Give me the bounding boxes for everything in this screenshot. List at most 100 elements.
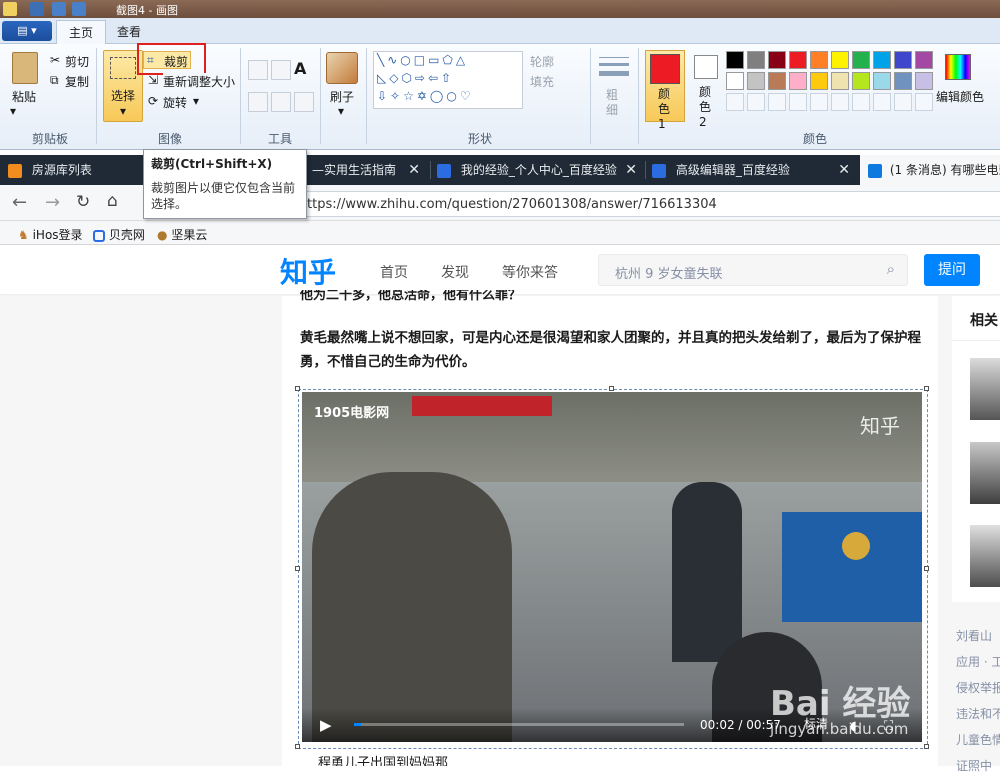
fill-bucket-icon[interactable] <box>271 60 291 80</box>
footer-link[interactable]: 证照中 <box>956 756 1000 776</box>
pencil-icon[interactable] <box>248 60 268 80</box>
palette-swatch[interactable] <box>789 72 807 90</box>
bookmark-item[interactable]: 贝壳网 <box>93 226 145 243</box>
nav-waiting[interactable]: 等你来答 <box>502 262 558 282</box>
paste-icon[interactable] <box>12 52 38 84</box>
palette-custom-slot[interactable] <box>747 93 765 111</box>
back-icon[interactable]: ← <box>12 192 27 213</box>
palette-custom-slot[interactable] <box>852 93 870 111</box>
undo-icon[interactable] <box>52 2 66 16</box>
paste-dropdown-icon[interactable]: ▾ <box>10 104 16 118</box>
palette-custom-slot[interactable] <box>831 93 849 111</box>
browser-tab-active[interactable]: (1 条消息) 有哪些电影 <box>860 155 1000 185</box>
bookmark-item[interactable]: ● 坚果云 <box>157 226 207 243</box>
outline-button[interactable]: 轮廓 <box>530 53 554 70</box>
resize-handle[interactable] <box>295 566 300 571</box>
palette-custom-slot[interactable] <box>768 93 786 111</box>
resize-handle[interactable] <box>924 744 929 749</box>
size-button[interactable]: 粗细 <box>606 88 620 118</box>
tab-view[interactable]: 查看 <box>105 20 153 44</box>
home-icon[interactable]: ⌂ <box>107 191 118 211</box>
edit-colors-icon[interactable] <box>945 54 971 80</box>
redo-icon[interactable] <box>72 2 86 16</box>
brush-dropdown-icon[interactable]: ▾ <box>338 104 344 118</box>
palette-custom-slot[interactable] <box>726 93 744 111</box>
tab-close-icon[interactable]: ✕ <box>408 155 420 185</box>
color1-button[interactable]: 颜色 1 <box>645 50 685 131</box>
magnifier-icon[interactable] <box>294 92 314 112</box>
palette-swatch[interactable] <box>768 72 786 90</box>
paste-button[interactable]: 粘贴 <box>12 88 36 105</box>
palette-swatch[interactable] <box>894 51 912 69</box>
resize-handle[interactable] <box>295 744 300 749</box>
palette-swatch[interactable] <box>810 51 828 69</box>
palette-swatch[interactable] <box>915 51 933 69</box>
footer-link[interactable]: 侵权举报 <box>956 678 1000 698</box>
color2-button[interactable]: 颜色 2 <box>688 50 724 129</box>
edit-colors-button[interactable]: 编辑颜色 <box>936 88 984 105</box>
rotate-dropdown-icon[interactable]: ▾ <box>193 94 199 108</box>
palette-custom-slot[interactable] <box>810 93 828 111</box>
nav-discover[interactable]: 发现 <box>441 262 469 282</box>
tab-home[interactable]: 主页 <box>56 20 107 44</box>
reload-icon[interactable]: ↻ <box>76 192 90 212</box>
palette-swatch[interactable] <box>852 51 870 69</box>
search-icon[interactable]: ⌕ <box>887 260 895 278</box>
ask-button[interactable]: 提问 <box>924 254 980 286</box>
color-picker-icon[interactable] <box>271 92 291 112</box>
browser-tab[interactable]: 我的经验_个人中心_百度经验 ✕ <box>437 155 645 185</box>
cut-button[interactable]: 剪切 <box>65 53 89 70</box>
browser-tab[interactable]: 高级编辑器_百度经验 ✕ <box>652 155 858 185</box>
palette-swatch[interactable] <box>831 51 849 69</box>
footer-link[interactable]: 违法和不 <box>956 704 1000 724</box>
palette-swatch[interactable] <box>768 51 786 69</box>
tab-close-icon[interactable]: ✕ <box>625 155 637 185</box>
resize-button[interactable]: 重新调整大小 <box>163 73 236 90</box>
resize-handle[interactable] <box>295 386 300 391</box>
palette-swatch[interactable] <box>831 72 849 90</box>
file-menu-button[interactable]: ▤ ▾ <box>2 21 52 41</box>
resize-handle[interactable] <box>609 386 614 391</box>
text-tool-icon[interactable]: A <box>294 59 306 78</box>
save-icon[interactable] <box>30 2 44 16</box>
related-thumbnail[interactable] <box>970 358 1000 420</box>
forward-icon[interactable]: → <box>45 192 60 213</box>
browser-tab[interactable]: —实用生活指南 ✕ <box>300 155 428 185</box>
palette-swatch[interactable] <box>873 72 891 90</box>
resize-handle[interactable] <box>924 386 929 391</box>
palette-swatch[interactable] <box>747 51 765 69</box>
palette-swatch[interactable] <box>915 72 933 90</box>
related-thumbnail[interactable] <box>970 525 1000 587</box>
brush-icon[interactable] <box>326 52 358 84</box>
palette-custom-slot[interactable] <box>894 93 912 111</box>
palette-swatch[interactable] <box>747 72 765 90</box>
footer-link[interactable]: 儿童色情 <box>956 730 1000 750</box>
footer-link[interactable]: 刘看山 <box>956 626 1000 646</box>
related-thumbnail[interactable] <box>970 442 1000 504</box>
zhihu-logo[interactable]: 知乎 <box>280 251 336 291</box>
size-icon[interactable] <box>599 55 629 81</box>
browser-tab[interactable]: 房源库列表 <box>8 155 138 185</box>
palette-swatch[interactable] <box>810 72 828 90</box>
palette-swatch[interactable] <box>873 51 891 69</box>
palette-swatch[interactable] <box>789 51 807 69</box>
palette-custom-slot[interactable] <box>873 93 891 111</box>
play-icon[interactable]: ▶ <box>320 716 332 734</box>
bookmark-item[interactable]: ♞ iHos登录 <box>18 226 83 243</box>
shapes-gallery[interactable]: ╲∿○□▭⬠△ ◺◇⬡⇨⇦⇧ ⇩✧☆✡◯○♡ <box>373 51 523 109</box>
copy-button[interactable]: 复制 <box>65 73 89 90</box>
palette-custom-slot[interactable] <box>789 93 807 111</box>
palette-swatch[interactable] <box>852 72 870 90</box>
resize-handle[interactable] <box>924 566 929 571</box>
palette-custom-slot[interactable] <box>915 93 933 111</box>
brush-button[interactable]: 刷子 <box>330 88 354 105</box>
palette-swatch[interactable] <box>726 51 744 69</box>
fill-button[interactable]: 填充 <box>530 73 554 90</box>
palette-swatch[interactable] <box>726 72 744 90</box>
nav-home[interactable]: 首页 <box>380 262 408 282</box>
video-progress-track[interactable] <box>354 723 684 726</box>
eraser-icon[interactable] <box>248 92 268 112</box>
palette-swatch[interactable] <box>894 72 912 90</box>
tab-close-icon[interactable]: ✕ <box>838 155 850 185</box>
rotate-button[interactable]: 旋转 <box>163 94 187 111</box>
